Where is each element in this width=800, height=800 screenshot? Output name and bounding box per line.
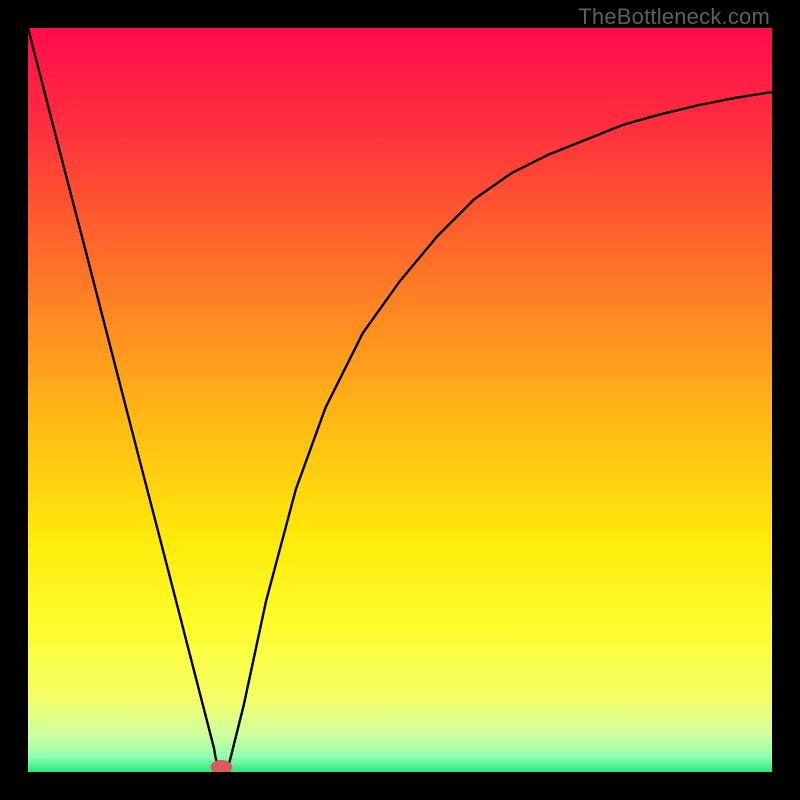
curve-line	[28, 28, 772, 772]
bottleneck-curve	[28, 28, 772, 772]
watermark-text: TheBottleneck.com	[578, 4, 770, 30]
plot-area	[28, 28, 772, 772]
chart-frame: TheBottleneck.com	[0, 0, 800, 800]
